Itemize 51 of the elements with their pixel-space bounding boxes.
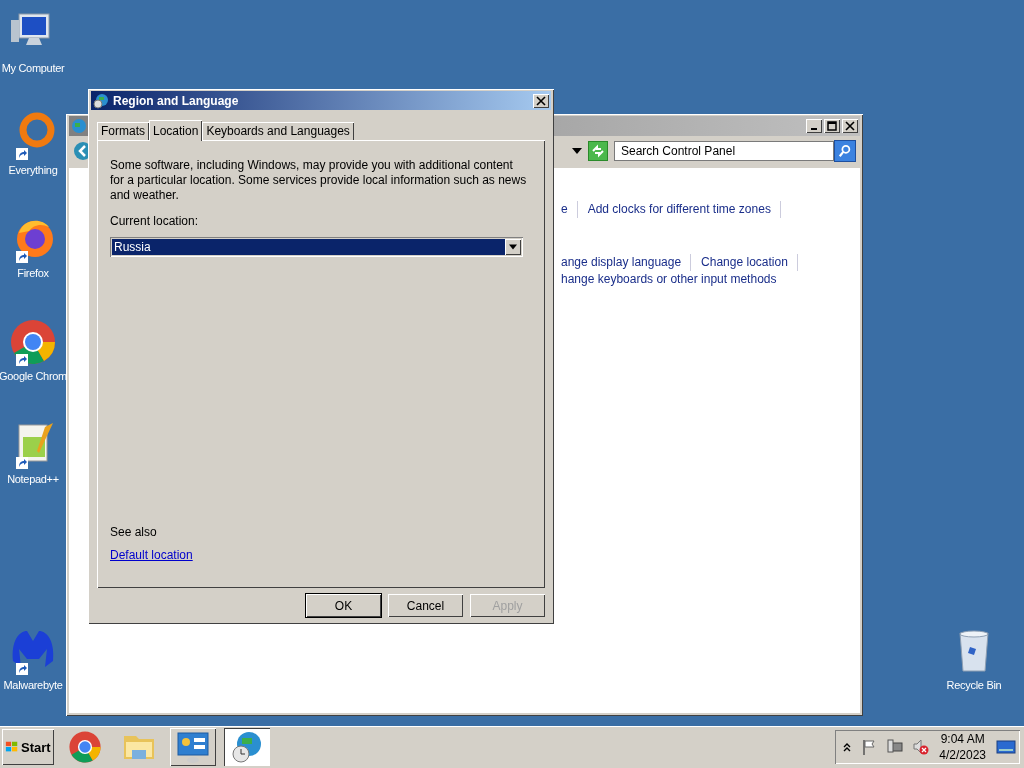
close-icon — [845, 121, 855, 131]
show-desktop-icon[interactable] — [996, 739, 1016, 755]
speaker-muted-icon[interactable] — [913, 739, 930, 755]
tab[interactable]: Keyboards and Languages — [202, 122, 354, 140]
flag-icon[interactable] — [861, 739, 878, 755]
icon-label[interactable]: Recycle Bin — [946, 679, 1002, 691]
task-link[interactable]: hange keyboards or other input methods — [561, 271, 786, 288]
start-button[interactable]: Start — [2, 729, 54, 765]
task-link[interactable]: e — [561, 201, 578, 218]
default-location-link[interactable]: Default location — [110, 548, 193, 562]
section-label: See also — [110, 525, 157, 539]
close-button[interactable] — [533, 93, 549, 108]
clock-date[interactable]: 4/2/2023 — [939, 747, 986, 763]
caret-icon — [505, 239, 521, 255]
task-link[interactable]: ange display language — [561, 254, 692, 271]
globe-icon — [71, 118, 87, 134]
control-panel-taskbar-button[interactable] — [170, 728, 216, 766]
globe-icon — [93, 92, 109, 109]
windows-logo-icon — [4, 740, 20, 754]
globe-clock-taskbar-button[interactable] — [224, 728, 270, 766]
minimize-button[interactable] — [806, 119, 822, 133]
task-link[interactable]: Change location — [691, 254, 798, 271]
search-icon — [838, 144, 852, 158]
icon-label[interactable]: My Computer — [1, 62, 65, 74]
chrome-icon[interactable] — [9, 318, 57, 366]
icon-label[interactable]: Firefox — [17, 267, 49, 279]
tab[interactable]: Location — [149, 120, 203, 141]
description-text: Some software, including Windows, may provide you with additional content for a particular location. Some services provide local information such as news and weather. — [110, 158, 528, 203]
icon-label[interactable]: Everything — [8, 164, 58, 176]
icon-label[interactable]: Google Chrom — [0, 370, 67, 382]
maximize-button[interactable] — [824, 119, 840, 133]
dialog-button[interactable]: OK — [306, 594, 381, 617]
dialog-button[interactable]: Cancel — [388, 594, 463, 617]
minimize-icon — [811, 128, 817, 130]
search-field[interactable]: Search Control Panel — [614, 141, 834, 161]
icon-label[interactable]: Notepad++ — [7, 473, 59, 485]
maximize-icon — [827, 121, 837, 131]
caret-icon[interactable] — [572, 148, 582, 154]
icon-label[interactable]: Malwarebyte — [3, 679, 63, 691]
chevron-up-icon[interactable] — [843, 742, 852, 752]
refresh-button[interactable] — [588, 141, 608, 161]
close-button[interactable] — [842, 119, 858, 133]
tab[interactable]: Formats — [97, 122, 149, 140]
refresh-icon — [590, 143, 606, 159]
clock-time[interactable]: 9:04 AM — [940, 731, 985, 747]
close-icon — [536, 95, 546, 106]
field-label: Current location: — [110, 214, 199, 228]
task-link[interactable]: Add clocks for different time zones — [577, 201, 781, 218]
search-button[interactable] — [834, 140, 856, 162]
window-title: Region and Language — [113, 93, 239, 108]
network-icon[interactable] — [887, 739, 904, 755]
